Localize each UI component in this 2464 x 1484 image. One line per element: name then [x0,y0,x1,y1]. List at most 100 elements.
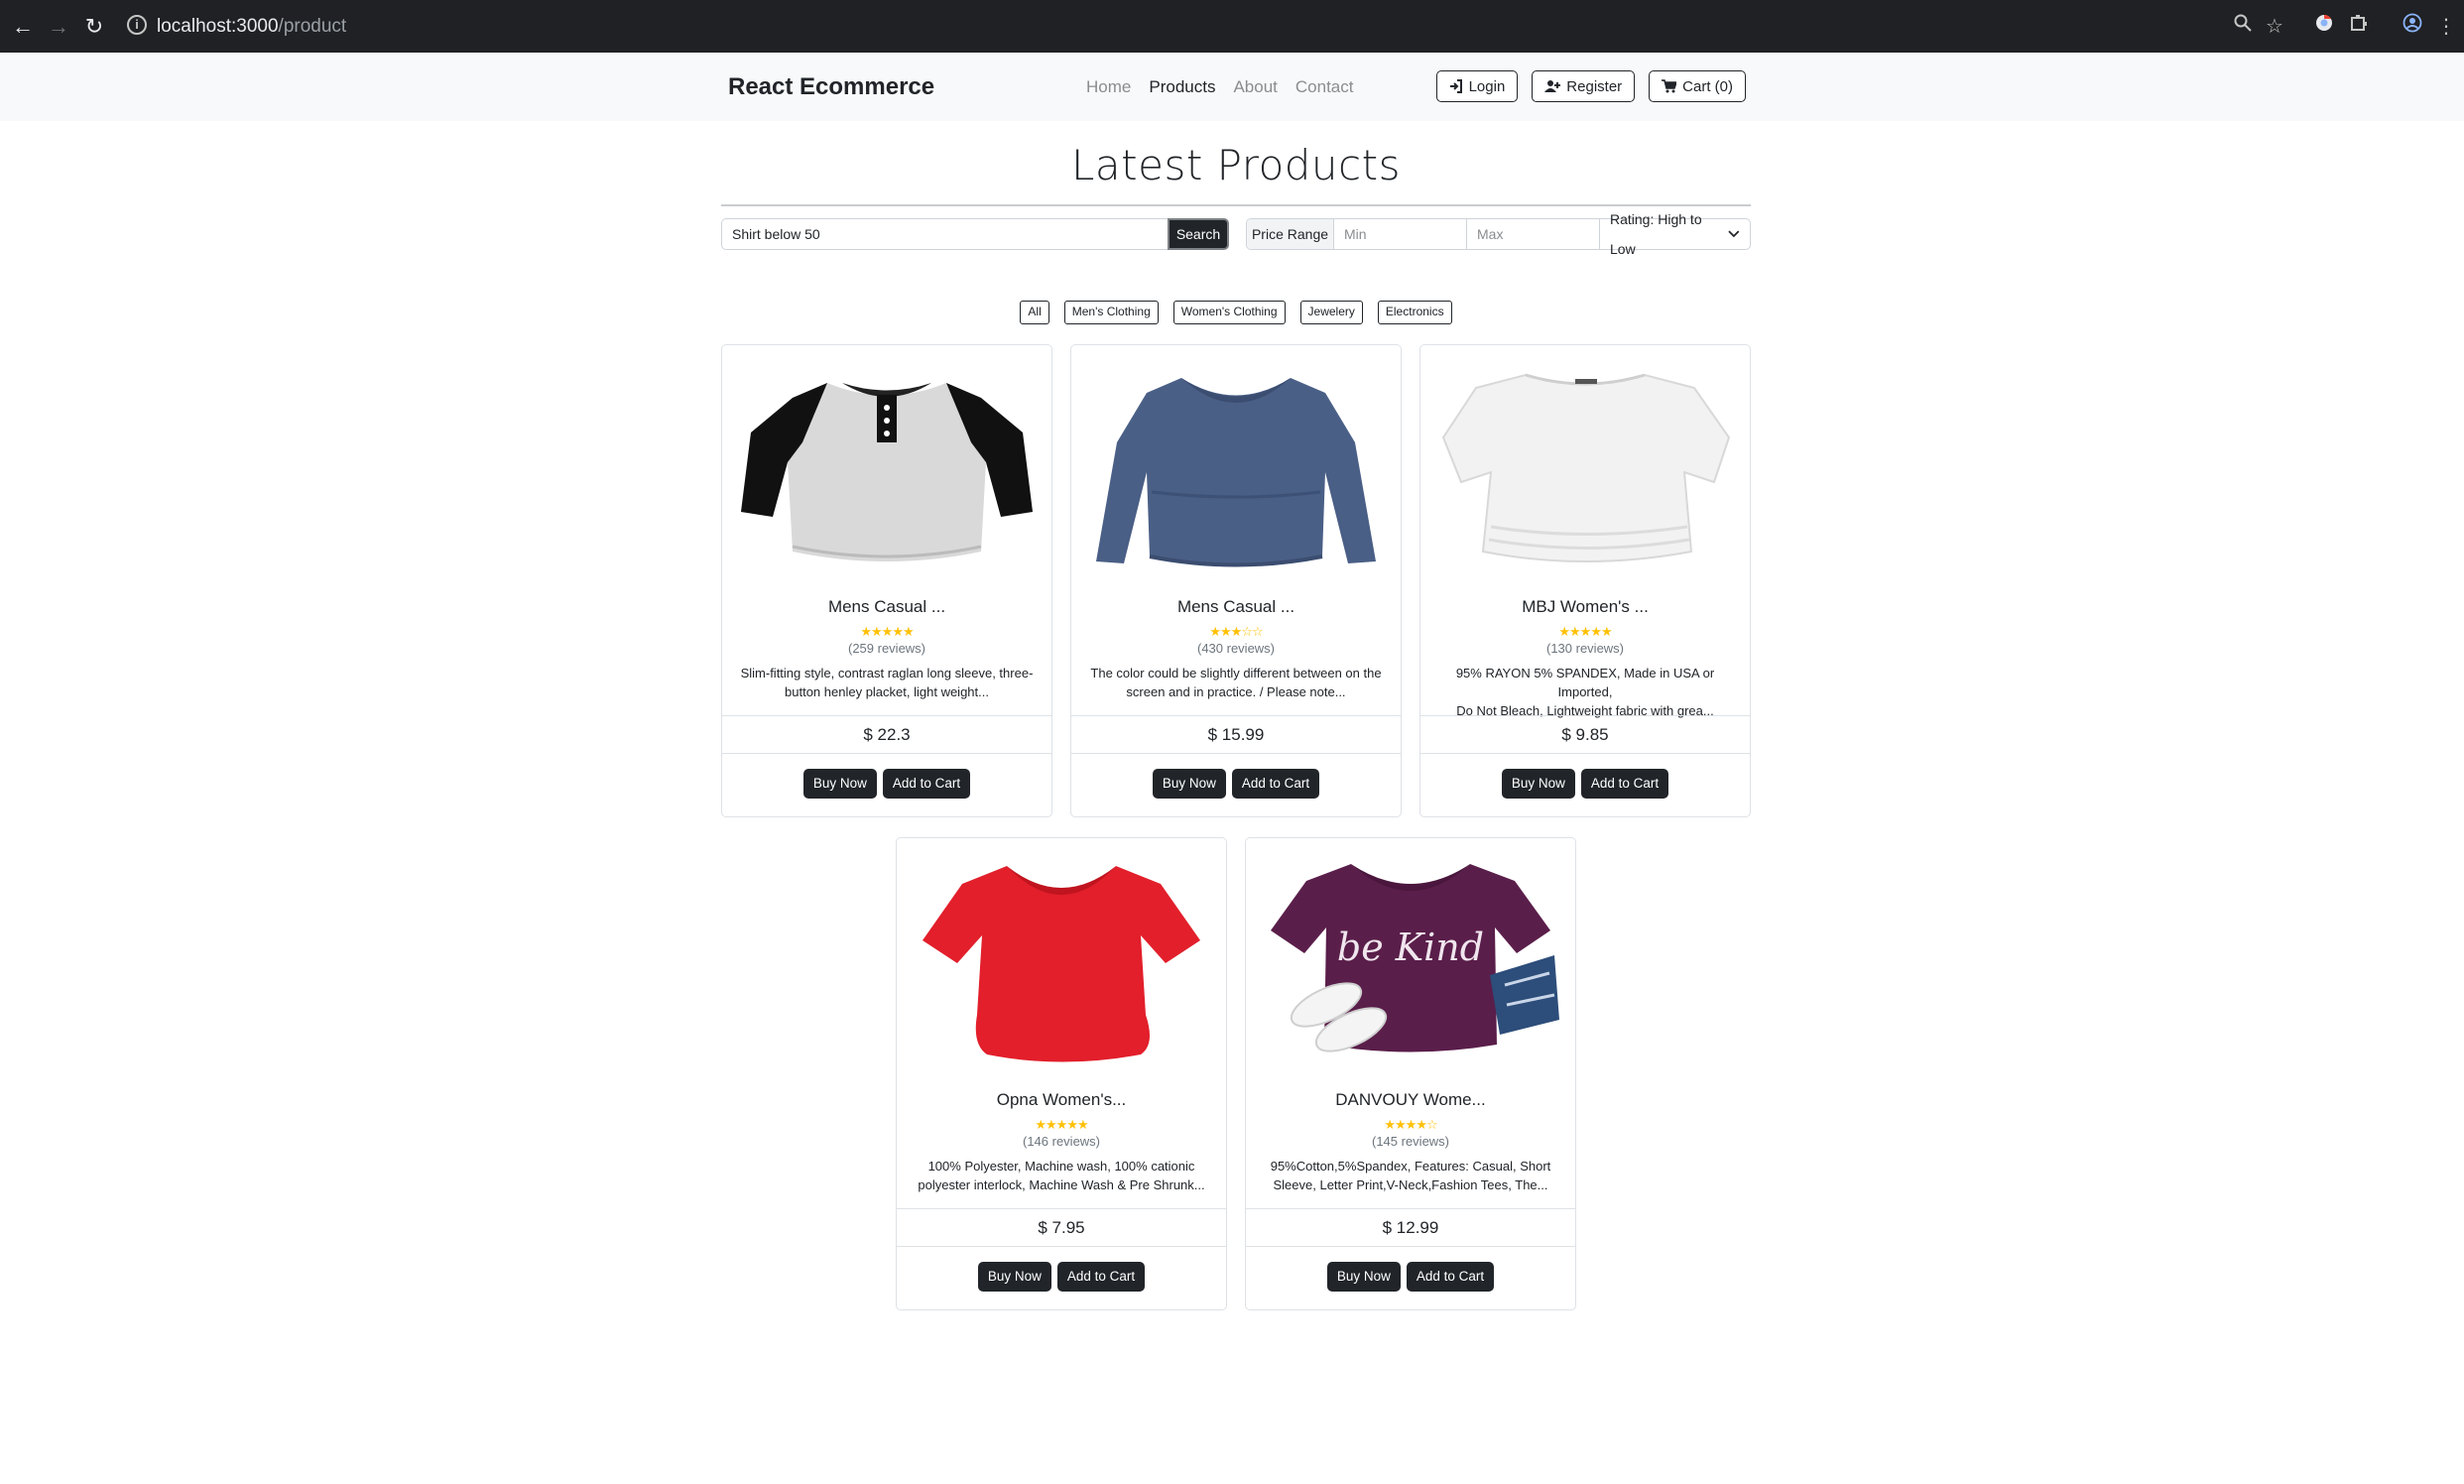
title-divider [721,204,1751,206]
sign-in-icon [1449,79,1462,93]
register-button[interactable]: Register [1532,70,1636,102]
buy-now-button[interactable]: Buy Now [1501,769,1575,799]
product-actions: Buy Now Add to Cart [1420,769,1750,799]
browser-toolbar: ← → ↻ i localhost:3000/product ☆ ⋮ [0,0,2464,53]
price-filter: Price Range Rating: High to Low [1246,211,1751,257]
product-actions: Buy Now Add to Cart [1246,1262,1575,1292]
product-title[interactable]: MBJ Women's ... [1420,597,1750,617]
rating-stars-icon: ★★★★★ [1035,1117,1088,1132]
review-count: (146 reviews) [1022,1134,1101,1149]
review-count: (145 reviews) [1371,1134,1450,1149]
product-actions: Buy Now Add to Cart [722,769,1051,799]
login-label: Login [1468,77,1506,95]
product-card: be Kind DANVOUY Wome... ★★★★☆ (145 revie… [1245,837,1576,1310]
be-kind-tshirt-image: be Kind [1271,864,1559,1052]
buy-now-button[interactable]: Buy Now [1152,769,1226,799]
product-description: Slim-fitting style, contrast raglan long… [740,666,1034,699]
site-info-icon[interactable]: i [127,15,147,35]
product-image[interactable] [722,345,1051,589]
product-card: Mens Casual ... ★★★☆☆ (430 reviews) The … [1070,344,1402,817]
extensions-puzzle-icon[interactable] [2345,13,2373,41]
search-input[interactable] [721,218,1168,250]
white-top-image [1441,373,1731,562]
rating-stars-icon: ★★★★★ [860,624,914,639]
bookmark-star-icon[interactable]: ☆ [2261,13,2288,41]
henley-shirt-image [741,383,1033,561]
product-description: 95% RAYON 5% SPANDEX, Made in USA or Imp… [1455,666,1715,718]
nav-link-contact[interactable]: Contact [1295,77,1354,97]
nav-actions: Login Register Cart (0) [1435,70,1746,102]
cart-label: Cart (0) [1682,77,1733,95]
forward-icon[interactable]: → [44,12,73,42]
product-title[interactable]: Mens Casual ... [722,597,1051,617]
menu-kebab-icon[interactable]: ⋮ [2432,13,2460,41]
reload-icon[interactable]: ↻ [79,12,109,42]
product-title[interactable]: DANVOUY Wome... [1246,1090,1575,1110]
login-button[interactable]: Login [1435,70,1519,102]
nav-link-products[interactable]: Products [1149,77,1215,97]
user-plus-icon [1544,80,1561,92]
long-sleeve-shirt-image [1096,378,1376,567]
product-price: $ 15.99 [1071,715,1401,754]
category-electronics-button[interactable]: Electronics [1377,301,1452,324]
product-image[interactable] [1071,345,1401,589]
product-title[interactable]: Mens Casual ... [1071,597,1401,617]
add-to-cart-button[interactable]: Add to Cart [882,769,971,799]
review-count: (430 reviews) [1196,641,1276,656]
extension-chrome-icon[interactable] [2310,13,2338,41]
product-description: The color could be slightly different be… [1090,666,1382,699]
review-count: (259 reviews) [847,641,926,656]
brand-logo[interactable]: React Ecommerce [728,73,934,101]
product-image[interactable] [1420,345,1750,589]
rating-stars-icon: ★★★★★ [1558,624,1612,639]
product-price: $ 22.3 [722,715,1051,754]
back-icon[interactable]: ← [8,12,38,42]
category-all-button[interactable]: All [1020,301,1049,324]
buy-now-button[interactable]: Buy Now [802,769,877,799]
chevron-down-icon [1728,230,1740,238]
add-to-cart-button[interactable]: Add to Cart [1580,769,1669,799]
add-to-cart-button[interactable]: Add to Cart [1406,1262,1495,1292]
category-mens-button[interactable]: Men's Clothing [1063,301,1159,324]
product-title[interactable]: Opna Women's... [897,1090,1226,1110]
product-actions: Buy Now Add to Cart [1071,769,1401,799]
product-card: Opna Women's... ★★★★★ (146 reviews) 100%… [896,837,1227,1310]
page-title: Latest Products [1071,141,1401,189]
product-image[interactable] [897,838,1226,1082]
product-image[interactable]: be Kind [1246,838,1575,1082]
cart-icon [1662,79,1677,93]
buy-now-button[interactable]: Buy Now [1326,1262,1401,1292]
review-count: (130 reviews) [1545,641,1625,656]
nav-links: Home Products About Contact [1086,77,1353,97]
rating-stars-icon: ★★★☆☆ [1209,624,1263,639]
product-card: Mens Casual ... ★★★★★ (259 reviews) Slim… [721,344,1052,817]
min-price-input[interactable] [1334,219,1467,249]
max-price-input[interactable] [1467,219,1600,249]
nav-link-about[interactable]: About [1233,77,1277,97]
nav-link-home[interactable]: Home [1086,77,1131,97]
zoom-icon[interactable] [2229,13,2257,41]
product-description: 100% Polyester, Machine wash, 100% catio… [918,1159,1205,1192]
product-description: 95%Cotton,5%Spandex, Features: Casual, S… [1270,1159,1551,1192]
search-button[interactable]: Search [1168,218,1229,250]
category-jewelery-button[interactable]: Jewelery [1299,301,1363,324]
category-womens-button[interactable]: Women's Clothing [1172,301,1286,324]
category-filters: All Men's Clothing Women's Clothing Jewe… [721,301,1751,324]
shirt-print-text: be Kind [1337,926,1484,969]
red-tshirt-image [923,866,1200,1062]
profile-icon[interactable] [2399,13,2426,41]
price-range-label: Price Range [1247,219,1334,249]
product-price: $ 7.95 [897,1208,1226,1247]
search-bar: Search [721,218,1229,250]
product-actions: Buy Now Add to Cart [897,1262,1226,1292]
sort-select[interactable]: Rating: High to Low [1600,211,1750,257]
rating-stars-icon: ★★★★☆ [1384,1117,1437,1132]
buy-now-button[interactable]: Buy Now [977,1262,1051,1292]
address-bar[interactable]: localhost:3000/product [157,14,346,40]
product-price: $ 12.99 [1246,1208,1575,1247]
product-card: MBJ Women's ... ★★★★★ (130 reviews) 95% … [1419,344,1751,817]
add-to-cart-button[interactable]: Add to Cart [1231,769,1320,799]
cart-button[interactable]: Cart (0) [1649,70,1746,102]
site-navbar: React Ecommerce Home Products About Cont… [0,53,2464,121]
add-to-cart-button[interactable]: Add to Cart [1056,1262,1146,1292]
